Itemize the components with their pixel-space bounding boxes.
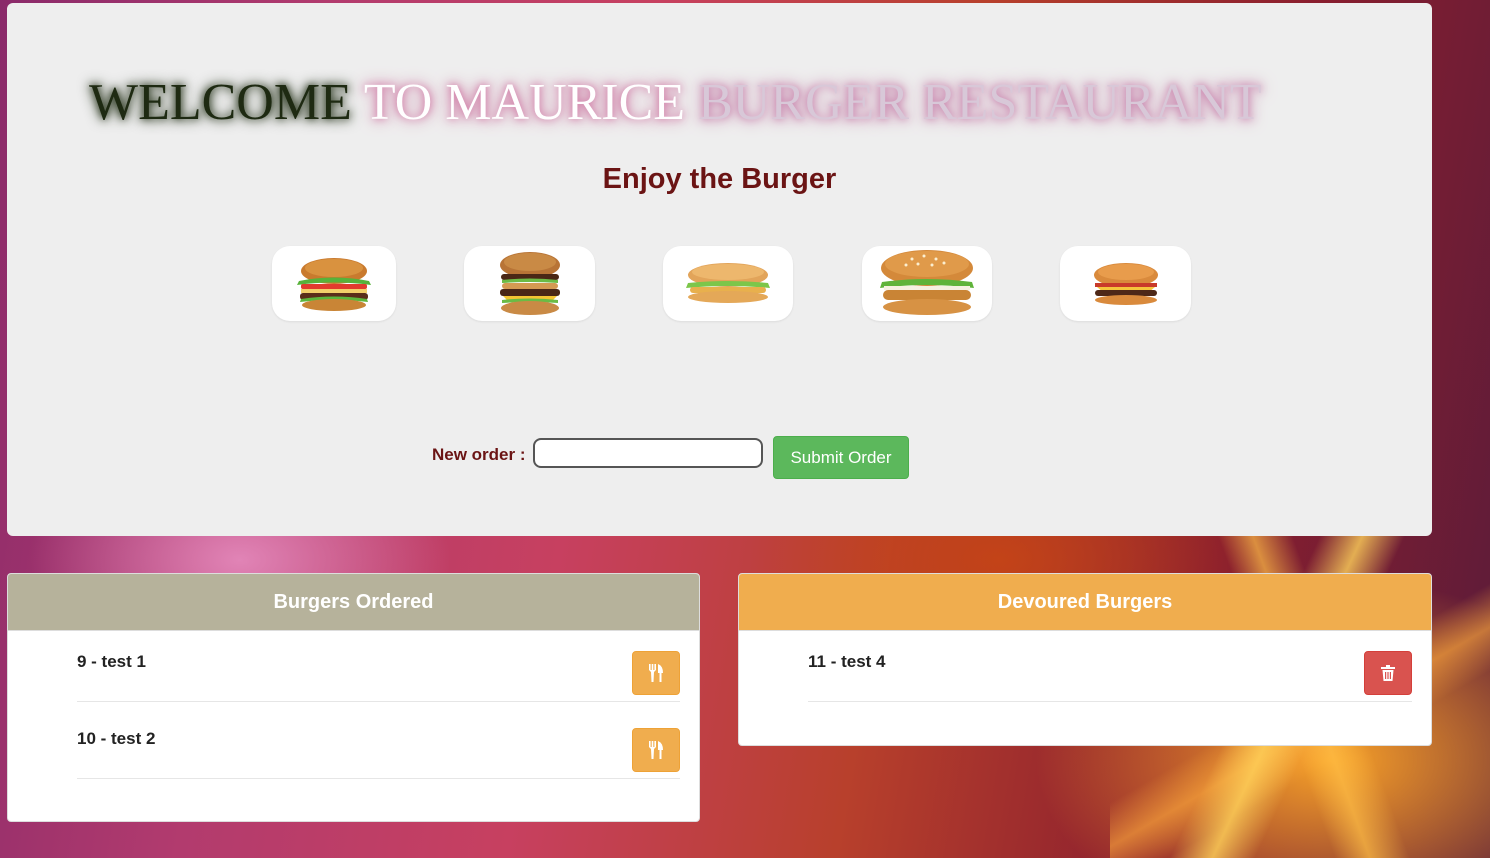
utensils-icon — [649, 741, 663, 759]
double-deck-burger-image — [499, 251, 560, 315]
devoured-burgers-panel: Devoured Burgers 11 - test 4 — [738, 573, 1432, 746]
burger-image-sesame — [862, 246, 992, 321]
title-welcome: WELCOME — [89, 74, 352, 131]
page-title: WELCOME TO MAURICE BURGER RESTAURANT — [89, 73, 1262, 132]
burger-image-classic — [272, 246, 396, 321]
burgers-ordered-panel: Burgers Ordered 9 - test 1 10 - test 2 — [7, 573, 700, 822]
page-subtitle: Enjoy the Burger — [602, 163, 837, 195]
utensils-icon — [649, 664, 663, 682]
ordered-item-label: 9 - test 1 — [77, 652, 146, 671]
devour-button[interactable] — [632, 651, 680, 695]
classic-burger-image — [297, 257, 371, 311]
cheeseburger-image — [1093, 262, 1158, 305]
chicken-burger-image — [686, 262, 770, 303]
sesame-chicken-burger-image — [880, 249, 974, 315]
burger-image-chicken — [663, 246, 793, 321]
ordered-item-label: 10 - test 2 — [77, 729, 156, 748]
list-item: 10 - test 2 — [77, 708, 680, 779]
burger-image-cheese — [1060, 246, 1191, 321]
header-jumbotron: WELCOME TO MAURICE BURGER RESTAURANT Enj… — [7, 3, 1432, 536]
trash-icon — [1381, 665, 1395, 681]
list-item: 11 - test 4 — [808, 631, 1412, 702]
devour-button[interactable] — [632, 728, 680, 772]
title-burger-restaurant: BURGER RESTAURANT — [698, 74, 1262, 131]
new-order-input[interactable] — [533, 438, 763, 468]
burgers-ordered-heading: Burgers Ordered — [8, 574, 699, 631]
delete-button[interactable] — [1364, 651, 1412, 695]
burger-gallery — [7, 246, 1432, 324]
devoured-item-label: 11 - test 4 — [808, 652, 886, 671]
new-order-label: New order : — [432, 445, 526, 464]
list-item: 9 - test 1 — [77, 631, 680, 702]
devoured-burgers-heading: Devoured Burgers — [739, 574, 1431, 631]
title-to-maurice: TO MAURICE — [363, 74, 686, 131]
burger-image-double — [464, 246, 595, 321]
submit-order-button[interactable]: Submit Order — [773, 436, 909, 479]
